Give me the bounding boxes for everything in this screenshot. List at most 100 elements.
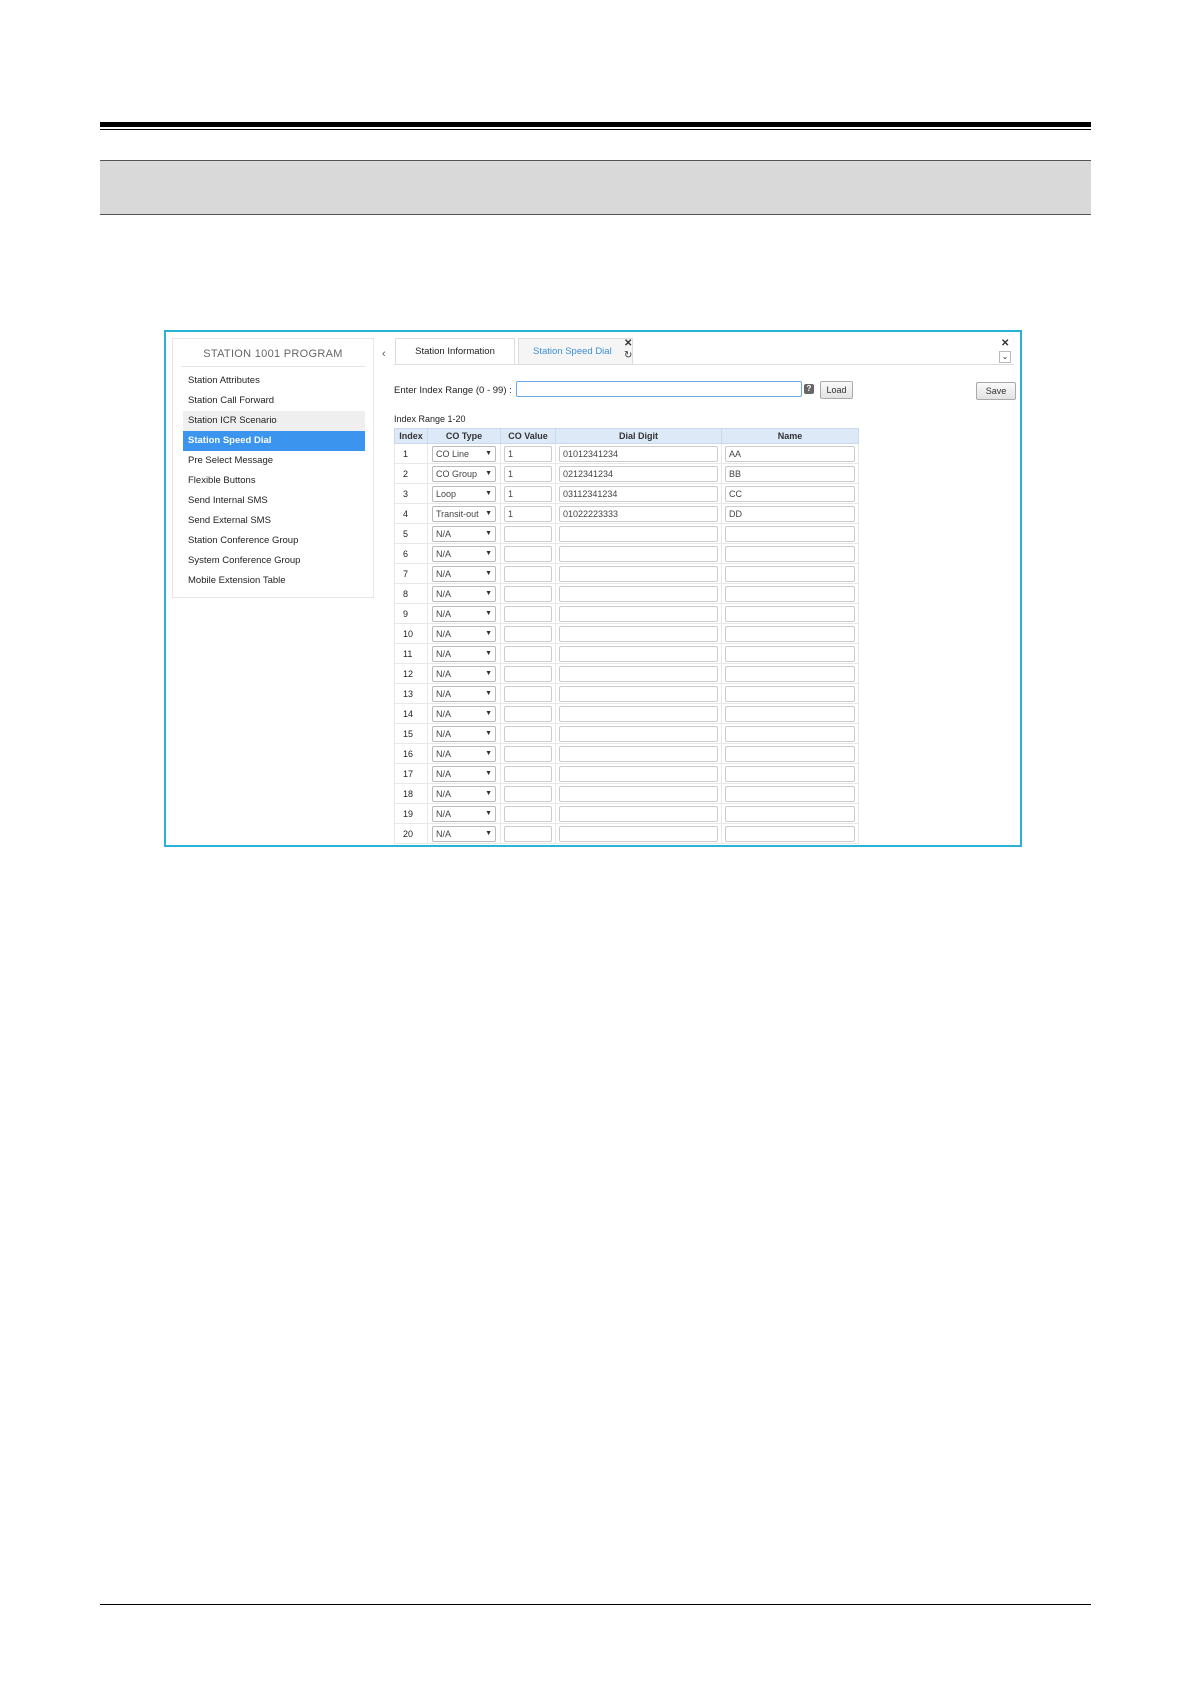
dial-digit-input[interactable]: 0212341234	[559, 465, 718, 482]
name-input[interactable]	[725, 725, 855, 742]
co-value-input[interactable]	[504, 645, 552, 662]
name-input[interactable]	[725, 525, 855, 542]
dial-digit-input[interactable]	[559, 785, 718, 802]
dial-digit-input[interactable]: 03112341234	[559, 485, 718, 502]
dial-digit-input[interactable]: 01022223333	[559, 505, 718, 522]
dial-digit-input[interactable]	[559, 745, 718, 762]
name-input[interactable]	[725, 765, 855, 782]
dial-digit-input[interactable]	[559, 665, 718, 682]
name-input[interactable]	[725, 705, 855, 722]
co-type-select[interactable]: N/A ▼	[432, 545, 496, 562]
name-input[interactable]: AA	[725, 445, 855, 462]
co-type-select[interactable]: N/A ▼	[432, 825, 496, 842]
dial-digit-input[interactable]	[559, 825, 718, 842]
name-input[interactable]	[725, 625, 855, 642]
co-type-select[interactable]: N/A ▼	[432, 625, 496, 642]
co-type-select[interactable]: N/A ▼	[432, 785, 496, 802]
load-button[interactable]: Load	[820, 381, 853, 399]
name-input[interactable]	[725, 745, 855, 762]
index-range-input[interactable]	[516, 381, 802, 397]
dial-digit-input[interactable]	[559, 565, 718, 582]
sidebar-item-send-external-sms[interactable]: Send External SMS	[183, 511, 365, 531]
sidebar-item-system-conference-group[interactable]: System Conference Group	[183, 551, 365, 571]
name-input[interactable]: BB	[725, 465, 855, 482]
name-input[interactable]: CC	[725, 485, 855, 502]
co-type-select[interactable]: Transit-out ▼	[432, 505, 496, 522]
sidebar-item-station-icr-scenario[interactable]: Station ICR Scenario	[183, 411, 365, 431]
co-value-input[interactable]	[504, 765, 552, 782]
co-type-select[interactable]: N/A ▼	[432, 585, 496, 602]
co-value-input[interactable]	[504, 725, 552, 742]
dial-digit-input[interactable]	[559, 545, 718, 562]
co-type-select[interactable]: N/A ▼	[432, 525, 496, 542]
co-value-input[interactable]: 1	[504, 445, 552, 462]
name-input[interactable]	[725, 605, 855, 622]
dial-digit-input[interactable]	[559, 525, 718, 542]
sidebar-item-pre-select-message[interactable]: Pre Select Message	[183, 451, 365, 471]
co-type-select[interactable]: CO Line ▼	[432, 445, 496, 462]
tab-station-speed-dial[interactable]: Station Speed Dial	[518, 338, 633, 364]
co-value-input[interactable]	[504, 805, 552, 822]
dial-digit-input[interactable]	[559, 605, 718, 622]
co-value-input[interactable]: 1	[504, 465, 552, 482]
window-close-icon[interactable]: ✕	[1001, 338, 1009, 349]
dial-digit-input[interactable]	[559, 645, 718, 662]
sidebar-item-mobile-extension-table[interactable]: Mobile Extension Table	[183, 571, 365, 591]
co-type-select[interactable]: N/A ▼	[432, 725, 496, 742]
co-type-select[interactable]: N/A ▼	[432, 605, 496, 622]
dial-digit-input[interactable]: 01012341234	[559, 445, 718, 462]
co-value-input[interactable]: 1	[504, 485, 552, 502]
sidebar-item-station-speed-dial[interactable]: Station Speed Dial	[183, 431, 365, 451]
name-input[interactable]	[725, 785, 855, 802]
co-value-input[interactable]	[504, 705, 552, 722]
dial-digit-input[interactable]	[559, 765, 718, 782]
dial-digit-input[interactable]	[559, 625, 718, 642]
name-input[interactable]: DD	[725, 505, 855, 522]
co-type-select[interactable]: N/A ▼	[432, 565, 496, 582]
chevron-down-icon[interactable]: ⌄	[999, 351, 1011, 363]
co-value-input[interactable]	[504, 585, 552, 602]
name-input[interactable]	[725, 825, 855, 842]
name-input[interactable]	[725, 565, 855, 582]
co-value-input[interactable]	[504, 625, 552, 642]
co-value-input[interactable]	[504, 685, 552, 702]
close-icon[interactable]: ✕	[624, 338, 632, 349]
co-value-input[interactable]	[504, 825, 552, 842]
name-input[interactable]	[725, 585, 855, 602]
sidebar-item-flexible-buttons[interactable]: Flexible Buttons	[183, 471, 365, 491]
name-input[interactable]	[725, 665, 855, 682]
sidebar-item-station-call-forward[interactable]: Station Call Forward	[183, 391, 365, 411]
name-input[interactable]	[725, 685, 855, 702]
save-button[interactable]: Save	[976, 382, 1016, 400]
refresh-icon[interactable]: ↻	[624, 350, 632, 361]
name-input[interactable]	[725, 805, 855, 822]
dial-digit-input[interactable]	[559, 705, 718, 722]
co-type-select[interactable]: N/A ▼	[432, 685, 496, 702]
co-type-select[interactable]: Loop ▼	[432, 485, 496, 502]
co-value-input[interactable]	[504, 605, 552, 622]
co-type-select[interactable]: N/A ▼	[432, 705, 496, 722]
chevron-left-icon[interactable]: ‹	[382, 348, 386, 360]
co-type-select[interactable]: N/A ▼	[432, 665, 496, 682]
co-type-select[interactable]: N/A ▼	[432, 805, 496, 822]
name-input[interactable]	[725, 645, 855, 662]
dial-digit-input[interactable]	[559, 805, 718, 822]
co-value-input[interactable]	[504, 665, 552, 682]
co-type-select[interactable]: N/A ▼	[432, 765, 496, 782]
co-value-input[interactable]	[504, 525, 552, 542]
tab-station-information[interactable]: Station Information	[395, 338, 515, 364]
sidebar-item-station-conference-group[interactable]: Station Conference Group	[183, 531, 365, 551]
co-type-select[interactable]: N/A ▼	[432, 745, 496, 762]
dial-digit-input[interactable]	[559, 725, 718, 742]
co-value-input[interactable]	[504, 785, 552, 802]
sidebar-item-station-attributes[interactable]: Station Attributes	[183, 371, 365, 391]
co-value-input[interactable]	[504, 745, 552, 762]
dial-digit-input[interactable]	[559, 585, 718, 602]
co-value-input[interactable]	[504, 545, 552, 562]
help-icon[interactable]: ?	[804, 384, 814, 394]
co-type-select[interactable]: CO Group ▼	[432, 465, 496, 482]
name-input[interactable]	[725, 545, 855, 562]
co-type-select[interactable]: N/A ▼	[432, 645, 496, 662]
dial-digit-input[interactable]	[559, 685, 718, 702]
co-value-input[interactable]	[504, 565, 552, 582]
